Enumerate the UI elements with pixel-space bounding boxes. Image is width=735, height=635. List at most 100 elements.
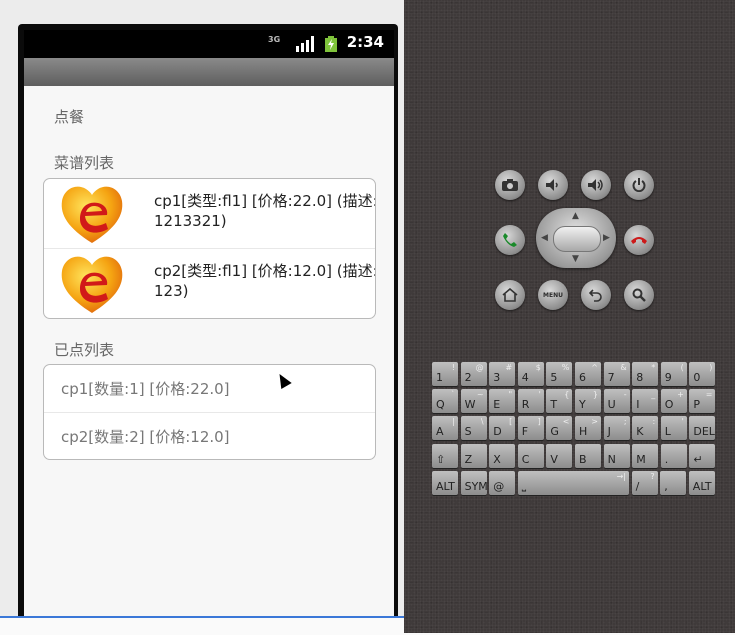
key-4-3[interactable]: ⎵ →| bbox=[517, 470, 629, 495]
key-2-5[interactable]: H > bbox=[575, 416, 601, 441]
key-alt-label: ) bbox=[709, 363, 713, 372]
key-label: T bbox=[550, 398, 558, 412]
key-4-0[interactable]: ALT bbox=[432, 470, 458, 495]
key-2-2[interactable]: D[ bbox=[489, 416, 516, 441]
dpad-center-button[interactable] bbox=[553, 226, 601, 252]
key-3-6[interactable]: N bbox=[603, 443, 630, 468]
key-2-7[interactable]: K: bbox=[632, 416, 659, 441]
call-button[interactable] bbox=[495, 225, 525, 255]
key-1-5[interactable]: Y} bbox=[575, 389, 601, 414]
network-type: 3G bbox=[268, 35, 281, 44]
key-alt-label: ` bbox=[451, 390, 455, 400]
key-1-9[interactable]: P = bbox=[689, 389, 716, 414]
app-screen: 点餐 菜谱列表 cp1[类型:fl1] [价格:22.0] (描述:121332… bbox=[24, 86, 394, 616]
key-2-6[interactable]: J; bbox=[603, 416, 630, 441]
key-label: X bbox=[493, 452, 501, 466]
menu-list-item[interactable]: cp1[类型:fl1] [价格:22.0] (描述:1213321) bbox=[44, 179, 375, 248]
key-label: Y bbox=[579, 398, 586, 412]
key-alt-label: " bbox=[508, 390, 513, 400]
key-3-5[interactable]: B bbox=[575, 443, 601, 468]
key-alt-label: | bbox=[452, 417, 455, 427]
key-3-4[interactable]: V bbox=[546, 443, 573, 468]
signal-icon bbox=[296, 36, 314, 52]
key-4-2[interactable]: @ bbox=[489, 470, 516, 495]
key-1-1[interactable]: W ~ bbox=[460, 389, 487, 414]
key-1-8[interactable]: O + bbox=[660, 389, 687, 414]
key-3-3[interactable]: C bbox=[517, 443, 544, 468]
menu-list: cp1[类型:fl1] [价格:22.0] (描述:1213321) cp2[类… bbox=[43, 178, 376, 319]
key-2-1[interactable]: S \ bbox=[460, 416, 487, 441]
key-label: F bbox=[521, 425, 529, 439]
key-alt-label: _ bbox=[651, 390, 656, 400]
key-alt-label: @ bbox=[475, 363, 484, 372]
key-alt-label: = bbox=[705, 390, 713, 400]
key-4-6[interactable]: ALT bbox=[688, 470, 715, 495]
key-label: 5 bbox=[550, 371, 558, 384]
key-0-2[interactable]: 3 # bbox=[489, 362, 516, 386]
key-1-6[interactable]: U- bbox=[603, 389, 630, 414]
key-alt-label: ' bbox=[538, 390, 541, 400]
key-label: G bbox=[550, 425, 559, 439]
key-1-4[interactable]: T{ bbox=[546, 389, 573, 414]
menu-list-item[interactable]: cp2[类型:fl1] [价格:12.0] (描述:123) bbox=[44, 248, 375, 318]
key-alt-label: $ bbox=[535, 363, 541, 372]
key-0-5[interactable]: 6 ^ bbox=[575, 362, 601, 386]
key-label: L bbox=[664, 425, 671, 439]
key-3-0[interactable]: ⇧ bbox=[432, 443, 458, 468]
key-3-1[interactable]: Z bbox=[460, 443, 487, 468]
search-icon bbox=[632, 288, 646, 302]
key-label: 1 bbox=[436, 371, 443, 384]
end-call-button[interactable] bbox=[624, 225, 654, 255]
key-1-7[interactable]: I _ bbox=[632, 389, 659, 414]
key-2-9[interactable]: DEL bbox=[689, 416, 716, 441]
key-1-2[interactable]: E " bbox=[489, 389, 516, 414]
back-button[interactable] bbox=[581, 280, 611, 310]
menu-list-header: 菜谱列表 bbox=[54, 154, 115, 172]
power-icon bbox=[632, 178, 646, 192]
key-0-4[interactable]: 5% bbox=[546, 362, 573, 386]
key-2-0[interactable]: A | bbox=[432, 416, 458, 441]
key-1-0[interactable]: Q ` bbox=[432, 389, 458, 414]
dish-logo-icon bbox=[61, 256, 123, 313]
key-4-5[interactable]: , bbox=[660, 470, 687, 495]
key-3-8[interactable]: . bbox=[660, 443, 687, 468]
key-0-7[interactable]: 8 * bbox=[632, 362, 659, 386]
key-1-3[interactable]: R ' bbox=[517, 389, 544, 414]
dpad-left-icon[interactable]: ◀ bbox=[541, 234, 548, 243]
search-button[interactable] bbox=[624, 280, 654, 310]
key-3-2[interactable]: X bbox=[489, 443, 516, 468]
power-button[interactable] bbox=[624, 170, 654, 200]
dpad-up-icon[interactable]: ▲ bbox=[572, 212, 579, 221]
key-alt-label: % bbox=[561, 363, 570, 372]
key-label: K bbox=[636, 425, 644, 439]
home-button[interactable] bbox=[495, 280, 525, 310]
menu-button[interactable]: MENU bbox=[538, 280, 568, 310]
volume-down-button[interactable] bbox=[538, 170, 568, 200]
key-0-8[interactable]: 9( bbox=[660, 362, 687, 386]
key-3-9[interactable]: ↵ bbox=[689, 443, 716, 468]
dpad-right-icon[interactable]: ▶ bbox=[603, 234, 610, 243]
key-0-3[interactable]: 4 $ bbox=[517, 362, 544, 386]
key-label: , bbox=[664, 479, 668, 493]
camera-button[interactable] bbox=[495, 170, 525, 200]
key-0-0[interactable]: 1! bbox=[432, 362, 458, 386]
key-2-4[interactable]: G < bbox=[546, 416, 573, 441]
key-4-4[interactable]: /? bbox=[631, 470, 658, 495]
dpad[interactable]: ▲ ▼ ◀ ▶ bbox=[536, 208, 616, 268]
ordered-list-item[interactable]: cp2[数量:2] [价格:12.0] bbox=[44, 412, 375, 459]
key-0-6[interactable]: 7 & bbox=[603, 362, 630, 386]
ordered-list-item[interactable]: cp1[数量:1] [价格:22.0] bbox=[44, 365, 375, 412]
key-2-3[interactable]: F] bbox=[517, 416, 544, 441]
key-3-7[interactable]: M bbox=[632, 443, 659, 468]
key-4-1[interactable]: SYM bbox=[460, 470, 488, 495]
key-label: Z bbox=[464, 452, 473, 466]
key-0-1[interactable]: 2 @ bbox=[460, 362, 487, 386]
key-label: B bbox=[579, 452, 587, 466]
key-2-8[interactable]: L ' bbox=[660, 416, 687, 441]
dpad-down-icon[interactable]: ▼ bbox=[572, 255, 579, 264]
key-label: N bbox=[607, 452, 616, 466]
key-0-9[interactable]: 0) bbox=[689, 362, 716, 386]
key-label: SYM bbox=[464, 479, 488, 493]
key-alt-label: - bbox=[623, 390, 627, 400]
volume-up-button[interactable] bbox=[581, 170, 611, 200]
